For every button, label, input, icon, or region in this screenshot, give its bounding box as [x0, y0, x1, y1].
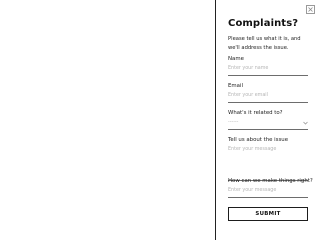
email-label: Email: [228, 83, 243, 89]
email-field[interactable]: Enter your email: [228, 93, 308, 103]
name-label: Name: [228, 56, 244, 62]
close-button[interactable]: [306, 5, 315, 14]
panel-divider: [215, 0, 216, 240]
form-intro: Please tell us what it is, and we'll add…: [228, 36, 301, 51]
email-placeholder: Enter your email: [228, 93, 268, 98]
issue-placeholder: Enter your message: [228, 147, 277, 152]
issue-label: Tell us about the issue: [228, 137, 289, 143]
topic-select[interactable]: ------: [228, 120, 308, 130]
topic-label: What's it related to?: [228, 110, 283, 116]
close-icon: [308, 7, 313, 12]
topic-selected-value: ------: [228, 120, 239, 125]
name-placeholder: Enter your name: [228, 66, 269, 71]
chevron-down-icon: [303, 121, 308, 125]
form-title: Complaints?: [228, 18, 299, 29]
resolution-field[interactable]: Enter your message: [228, 188, 308, 198]
resolution-label: How can we make things right?: [228, 178, 313, 184]
name-field[interactable]: Enter your name: [228, 66, 308, 76]
submit-button[interactable]: SUBMIT: [228, 207, 308, 221]
resolution-placeholder: Enter your message: [228, 188, 277, 193]
issue-textarea[interactable]: Enter your message: [228, 147, 308, 181]
